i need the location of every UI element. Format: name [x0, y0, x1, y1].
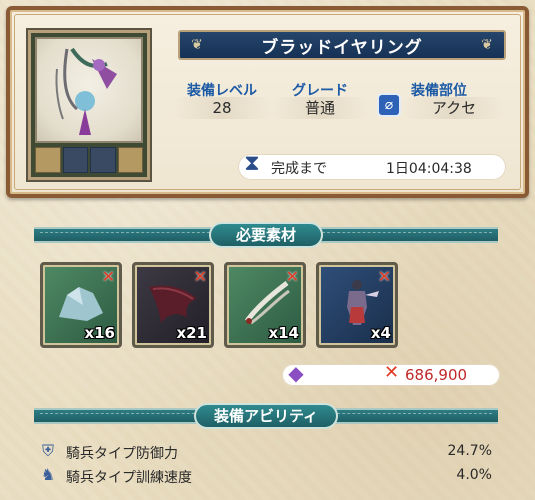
crafting-cost-value: 686,900 — [405, 366, 468, 384]
figure-material-icon — [347, 280, 379, 325]
material-slot-stone[interactable]: ✕ x16 — [40, 262, 122, 348]
ribbon-right — [316, 227, 498, 243]
ribbon-left — [34, 408, 216, 424]
flourish-left-icon: ❦ — [191, 37, 203, 53]
ability-header: 装備アビリティ — [34, 402, 498, 430]
socket-slot — [90, 147, 116, 173]
material-count: x14 — [268, 324, 299, 342]
flourish-right-icon: ❦ — [481, 37, 493, 53]
ability-value: 24.7% — [447, 443, 492, 459]
cavalry-icon: ♞ — [40, 465, 56, 484]
missing-mark-icon: ✕ — [285, 267, 299, 286]
crystal-icon: ◆ — [288, 361, 304, 385]
timer-value: 1日04:04:38 — [386, 161, 472, 177]
ability-row: ⛨ 騎兵タイプ防御力 24.7% — [38, 440, 498, 462]
missing-mark-icon: ✕ — [193, 267, 207, 286]
socket-slot — [62, 147, 88, 173]
socket-slot — [35, 147, 61, 173]
missing-mark-icon: ✕ — [101, 267, 115, 286]
grade-value: 普通 — [272, 97, 368, 119]
accessory-icon: ⌀ — [377, 93, 401, 117]
material-count: x16 — [84, 324, 115, 342]
material-slot-feather[interactable]: ✕ x14 — [224, 262, 306, 348]
missing-mark-icon: ✕ — [377, 267, 391, 286]
hourglass-icon: ⧗ — [244, 151, 260, 176]
stone-material-icon — [59, 287, 103, 321]
shield-icon: ⛨ — [41, 441, 54, 460]
equip-slot-value: アクセ — [402, 97, 506, 119]
ribbon-left — [34, 227, 216, 243]
material-slot-figure[interactable]: ✕ x4 — [316, 262, 398, 348]
ability-name: 騎兵タイプ防御力 — [66, 446, 178, 462]
earring-image — [35, 37, 143, 143]
timer-label: 完成まで — [271, 161, 327, 177]
material-slot-wing[interactable]: ✕ x21 — [132, 262, 214, 348]
material-count: x21 — [176, 324, 207, 342]
ability-name: 騎兵タイプ訓練速度 — [66, 470, 192, 486]
equip-level-value: 28 — [172, 97, 272, 119]
socket-slot — [117, 147, 143, 173]
item-name: ブラッドイヤリング — [261, 37, 423, 58]
material-count: x4 — [370, 324, 391, 342]
ability-row: ♞ 騎兵タイプ訓練速度 4.0% — [38, 464, 498, 486]
ability-value: 4.0% — [456, 467, 492, 483]
feather-material-icon — [244, 281, 290, 325]
socket-slots — [35, 147, 143, 173]
item-name-banner: ❦ ブラッドイヤリング ❦ — [178, 30, 506, 60]
ability-title: 装備アビリティ — [194, 403, 338, 429]
materials-title: 必要素材 — [209, 222, 323, 248]
item-portrait — [28, 30, 150, 180]
materials-list: ✕ x16 ✕ x21 ✕ x14 ✕ x4 — [40, 262, 400, 350]
materials-header: 必要素材 — [34, 221, 498, 249]
wing-material-icon — [149, 285, 197, 323]
insufficient-mark-icon: ✕ — [384, 362, 400, 383]
ribbon-right — [316, 408, 498, 424]
